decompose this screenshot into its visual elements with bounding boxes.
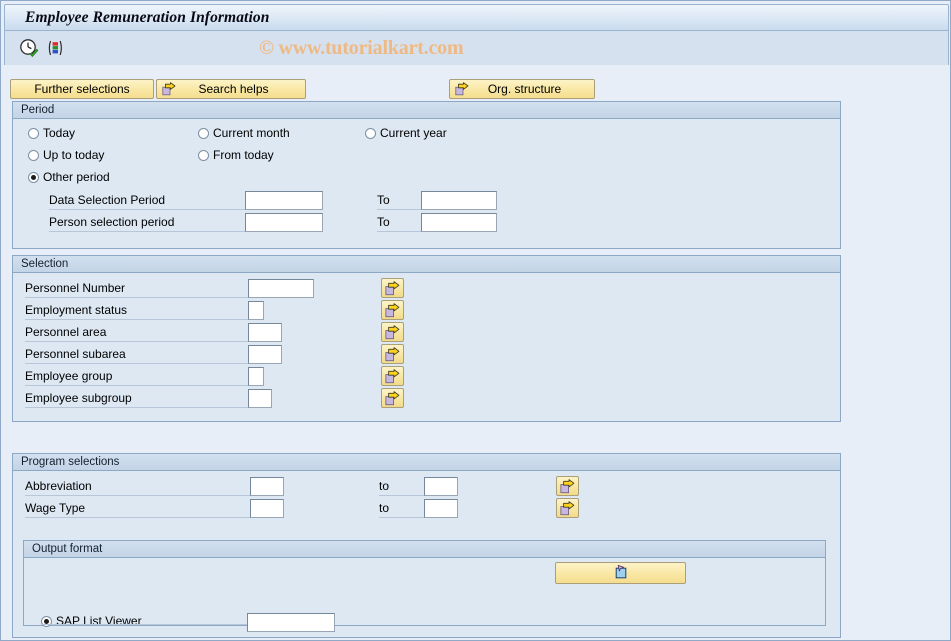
employee-subgroup-multiple-selection-button[interactable]	[381, 388, 404, 408]
output-format-group-header: Output format	[24, 541, 825, 558]
multiple-selection-icon	[385, 303, 400, 318]
radio-label-current-month: Current month	[213, 126, 290, 140]
multiple-selection-icon	[385, 325, 400, 340]
radio-other-period[interactable]: Other period	[28, 170, 110, 184]
person-selection-period-to-input[interactable]	[421, 213, 497, 232]
person-selection-period-to-label: To	[377, 213, 427, 232]
search-helps-label: Search helps	[176, 82, 305, 96]
variant-bars-icon[interactable]	[45, 38, 65, 58]
wage-type-multiple-selection-button[interactable]	[556, 498, 579, 518]
person-selection-period-label: Person selection period	[49, 213, 249, 232]
personnel-number-input[interactable]	[248, 279, 314, 298]
multiple-selection-icon	[385, 281, 400, 296]
multiple-selection-icon	[385, 347, 400, 362]
radio-label-today: Today	[43, 126, 75, 140]
abbreviation-multiple-selection-button[interactable]	[556, 476, 579, 496]
employee-group-label: Employee group	[25, 367, 251, 386]
radio-label-up-to-today: Up to today	[43, 148, 104, 162]
personnel-area-input[interactable]	[248, 323, 282, 342]
radio-sap-list-viewer[interactable]: SAP List Viewer	[41, 614, 142, 628]
radio-label-from-today: From today	[213, 148, 274, 162]
search-helps-button[interactable]: Search helps	[156, 79, 306, 99]
data-selection-period-to-input[interactable]	[421, 191, 497, 210]
org-structure-button[interactable]: Org. structure	[449, 79, 595, 99]
employee-subgroup-input[interactable]	[248, 389, 272, 408]
radio-label-other-period: Other period	[43, 170, 110, 184]
org-structure-label: Org. structure	[469, 82, 594, 96]
application-toolbar	[4, 31, 949, 65]
sap-list-viewer-underline	[41, 624, 251, 625]
employee-group-multiple-selection-button[interactable]	[381, 366, 404, 386]
data-selection-period-to-label: To	[377, 191, 427, 210]
wage-type-to-input[interactable]	[424, 499, 458, 518]
selection-group: Selection Personnel Number Employment st…	[12, 255, 841, 422]
data-selection-period-from-input[interactable]	[245, 191, 323, 210]
person-selection-period-from-input[interactable]	[245, 213, 323, 232]
wage-type-label: Wage Type	[25, 499, 257, 518]
period-group: Period Today Current month Current year …	[12, 101, 841, 249]
employee-subgroup-label: Employee subgroup	[25, 389, 251, 408]
multiple-selection-icon	[560, 479, 575, 494]
personnel-area-label: Personnel area	[25, 323, 251, 342]
data-selection-period-label: Data Selection Period	[49, 191, 249, 210]
radio-today[interactable]: Today	[28, 126, 75, 140]
radio-label-current-year: Current year	[380, 126, 447, 140]
radio-dot-from-today	[198, 150, 209, 161]
wage-type-from-input[interactable]	[250, 499, 284, 518]
abbreviation-label: Abbreviation	[25, 477, 257, 496]
period-group-header: Period	[13, 102, 840, 119]
radio-dot-up-to-today	[28, 150, 39, 161]
multiple-selection-icon	[560, 501, 575, 516]
radio-dot-today	[28, 128, 39, 139]
selection-group-header: Selection	[13, 256, 840, 273]
abbreviation-from-input[interactable]	[250, 477, 284, 496]
sap-application-window: Employee Remuneration Information © www.…	[0, 0, 951, 641]
employment-status-multiple-selection-button[interactable]	[381, 300, 404, 320]
radio-dot-other-period	[28, 172, 39, 183]
layout-variant-button[interactable]	[555, 562, 686, 584]
radio-current-year[interactable]: Current year	[365, 126, 447, 140]
multiple-selection-icon	[162, 82, 176, 96]
sap-list-viewer-input[interactable]	[247, 613, 335, 632]
page-title: Employee Remuneration Information	[25, 9, 269, 27]
wage-type-to-label: to	[379, 499, 424, 518]
abbreviation-to-input[interactable]	[424, 477, 458, 496]
radio-from-today[interactable]: From today	[198, 148, 274, 162]
further-selections-button[interactable]: Further selections	[10, 79, 154, 99]
multiple-selection-icon	[455, 82, 469, 96]
personnel-subarea-multiple-selection-button[interactable]	[381, 344, 404, 364]
personnel-area-multiple-selection-button[interactable]	[381, 322, 404, 342]
personnel-number-multiple-selection-button[interactable]	[381, 278, 404, 298]
program-selections-group-header: Program selections	[13, 454, 840, 471]
multiple-selection-icon	[385, 391, 400, 406]
personnel-subarea-input[interactable]	[248, 345, 282, 364]
watermark-text: © www.tutorialkart.com	[259, 37, 463, 60]
employment-status-input[interactable]	[248, 301, 264, 320]
further-selections-label: Further selections	[34, 82, 129, 96]
radio-up-to-today[interactable]: Up to today	[28, 148, 104, 162]
radio-current-month[interactable]: Current month	[198, 126, 290, 140]
execute-clock-icon[interactable]	[19, 38, 39, 58]
radio-dot-current-month	[198, 128, 209, 139]
abbreviation-to-label: to	[379, 477, 424, 496]
radio-dot-current-year	[365, 128, 376, 139]
personnel-subarea-label: Personnel subarea	[25, 345, 251, 364]
multiple-selection-icon	[385, 369, 400, 384]
personnel-number-label: Personnel Number	[25, 279, 251, 298]
radio-label-sap-list-viewer: SAP List Viewer	[56, 614, 142, 628]
layout-variant-icon	[613, 564, 629, 583]
output-format-group: Output format	[23, 540, 826, 626]
employee-group-input[interactable]	[248, 367, 264, 386]
window-title-bar: Employee Remuneration Information	[4, 4, 949, 31]
employment-status-label: Employment status	[25, 301, 251, 320]
